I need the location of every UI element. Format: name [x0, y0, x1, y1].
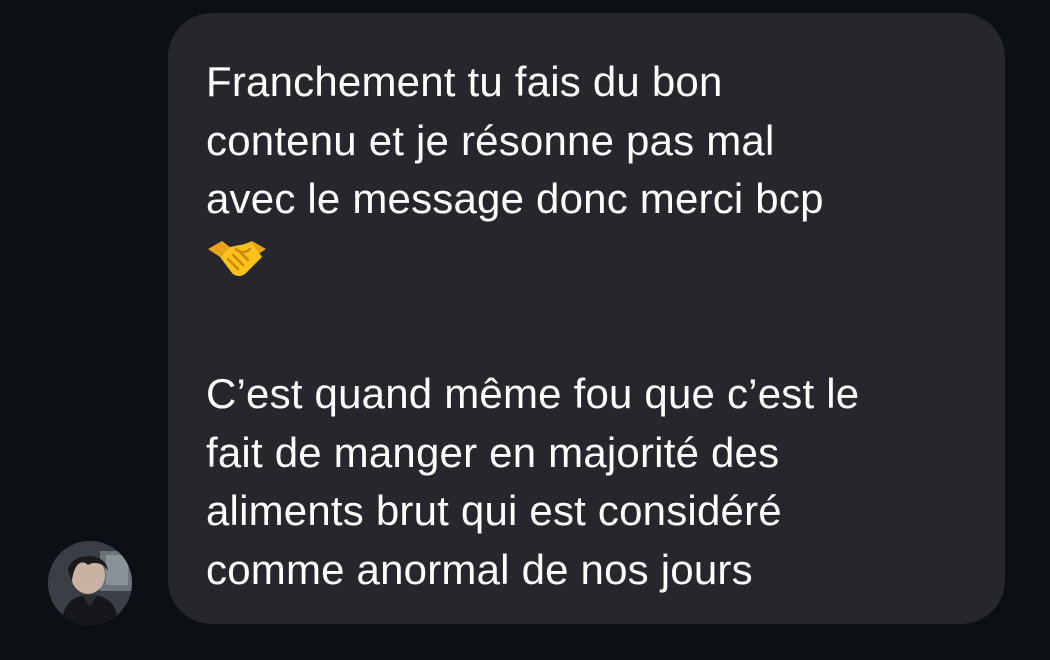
handshake-icon: [206, 229, 967, 288]
message-text-line: fait de manger en majorité des: [206, 428, 780, 476]
message-text-line: avec le message donc merci bcp: [206, 175, 824, 222]
message-text-line: comme anormal de nos jours: [206, 545, 753, 593]
message-thread: Franchement tu fais du bon contenu et je…: [0, 0, 1050, 660]
message-bubble[interactable]: Franchement tu fais du bon contenu et je…: [168, 13, 1005, 624]
message-text-line: C’est quand même fou que c’est le: [206, 370, 860, 417]
message-text-line: Franchement tu fais du bon: [206, 58, 723, 105]
message-text-line: aliments brut qui est considéré: [206, 487, 782, 534]
message-text-line: contenu et je résonne pas mal: [206, 116, 775, 164]
avatar[interactable]: [48, 541, 132, 625]
avatar-photo: [48, 541, 132, 625]
